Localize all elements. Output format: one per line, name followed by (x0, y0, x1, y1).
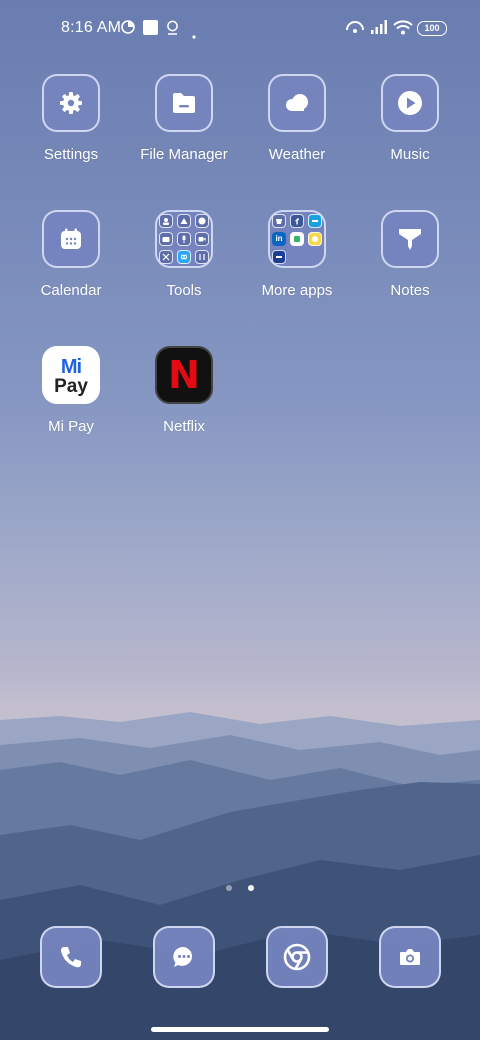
folder-icon (155, 74, 213, 132)
linkedin-icon: in (272, 232, 286, 246)
page-indicator (0, 878, 480, 896)
mic-icon (177, 232, 191, 246)
triangle-icon (177, 214, 191, 228)
chrome-icon (266, 926, 328, 988)
mi-app-icon (290, 232, 304, 246)
mi-pay-logo-pay: Pay (54, 376, 88, 397)
app-label: Notes (390, 282, 430, 299)
dock-messages[interactable] (129, 926, 239, 988)
app-label: Music (390, 146, 430, 163)
folder-tools[interactable]: Tools (129, 210, 239, 299)
scanner-icon (159, 250, 173, 264)
status-time: 8:16 AM (61, 19, 122, 36)
page-dot-1[interactable] (225, 885, 232, 891)
app-label: Weather (268, 146, 326, 163)
infinity-icon (177, 250, 191, 264)
location-badge-icon (166, 20, 179, 40)
folder-more-apps[interactable]: in More apps (242, 210, 352, 299)
mi-pay-logo-mi: Mi (60, 356, 82, 378)
app-label: File Manager (140, 146, 228, 163)
app-settings[interactable]: Settings (16, 74, 126, 163)
mi-pay-icon: Mi Pay (42, 346, 100, 404)
more-notifications-dot-icon (192, 26, 196, 44)
amazon-prime-icon (308, 214, 322, 228)
app-music[interactable]: Music (355, 74, 465, 163)
netflix-logo: N (168, 353, 200, 397)
signal-icon (371, 20, 387, 39)
dock-camera[interactable] (355, 926, 465, 988)
game-app-icon (308, 232, 322, 246)
tools-folder-preview (155, 210, 213, 268)
video-icon (195, 232, 209, 246)
app-file-manager[interactable]: File Manager (129, 74, 239, 163)
store-icon (272, 214, 286, 228)
status-bar: 8:16 AM 100 (0, 0, 480, 56)
app-weather[interactable]: Weather (242, 74, 352, 163)
app-mi-pay[interactable]: Mi Pay Mi Pay (16, 346, 126, 435)
dock-chrome[interactable] (242, 926, 352, 988)
wifi-icon (393, 20, 413, 40)
contacts-icon (159, 214, 173, 228)
play-icon (381, 74, 439, 132)
battery-indicator: 100 (417, 21, 447, 36)
app-label: Calendar (40, 282, 102, 299)
app-label: Mi Pay (48, 418, 94, 435)
app-netflix[interactable]: N Netflix (129, 346, 239, 435)
clock-icon (195, 214, 209, 228)
app-label: Tools (166, 282, 202, 299)
booking-icon (272, 250, 286, 264)
app-label: Netflix (163, 418, 205, 435)
notification-square-icon (143, 20, 158, 40)
app-calendar[interactable]: Calendar (16, 210, 126, 299)
page-dot-2-active[interactable] (248, 885, 255, 891)
facebook-icon (290, 214, 304, 228)
app-label: More apps (261, 282, 333, 299)
settings-icon (42, 74, 100, 132)
more-apps-folder-preview: in (268, 210, 326, 268)
netflix-icon: N (155, 346, 213, 404)
camera-small-icon (159, 232, 173, 246)
phone-icon (40, 926, 102, 988)
app-notes[interactable]: Notes (355, 210, 465, 299)
hotspot-icon (345, 20, 365, 39)
app-label: Settings (43, 146, 99, 163)
home-gesture-bar[interactable] (151, 1027, 329, 1032)
notes-icon (381, 210, 439, 268)
sort-icon (195, 250, 209, 264)
camera-icon (379, 926, 441, 988)
data-saver-icon (121, 20, 135, 39)
cloud-icon (268, 74, 326, 132)
messages-icon (153, 926, 215, 988)
dock-phone[interactable] (16, 926, 126, 988)
calendar-icon (42, 210, 100, 268)
